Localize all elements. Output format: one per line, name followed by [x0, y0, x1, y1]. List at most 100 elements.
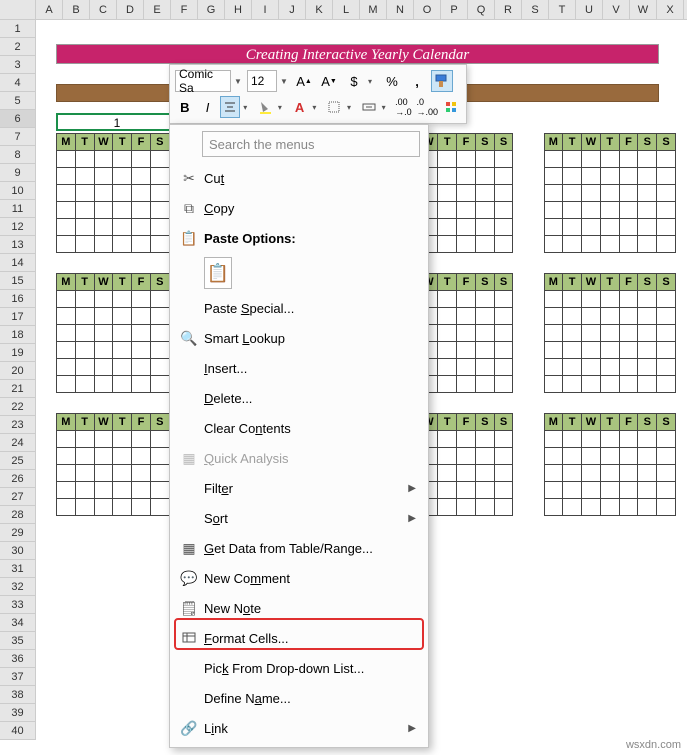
calendar-cell[interactable] [112, 341, 132, 359]
calendar-cell[interactable] [56, 307, 76, 325]
calendar-cell[interactable] [437, 235, 457, 253]
row-header-4[interactable]: 4 [0, 74, 36, 92]
calendar-cell[interactable] [619, 430, 639, 448]
calendar-cell[interactable] [544, 307, 564, 325]
calendar-cell[interactable] [75, 498, 95, 516]
calendar-cell[interactable] [94, 481, 114, 499]
calendar-cell[interactable] [619, 290, 639, 308]
calendar-cell[interactable] [600, 184, 620, 202]
calendar-cell[interactable] [656, 167, 676, 185]
calendar-cell[interactable] [600, 375, 620, 393]
borders-icon[interactable] [324, 96, 344, 118]
calendar-cell[interactable] [131, 290, 151, 308]
calendar-cell[interactable] [456, 290, 476, 308]
calendar-cell[interactable] [75, 430, 95, 448]
calendar-cell[interactable] [581, 290, 601, 308]
calendar-cell[interactable] [600, 218, 620, 236]
calendar-cell[interactable] [494, 218, 514, 236]
calendar-cell[interactable] [494, 150, 514, 168]
calendar-cell[interactable] [600, 235, 620, 253]
row-header-1[interactable]: 1 [0, 20, 36, 38]
calendar-cell[interactable] [150, 235, 170, 253]
calendar-cell[interactable] [75, 358, 95, 376]
increase-font-icon[interactable]: A▲ [293, 70, 315, 92]
calendar-cell[interactable] [637, 150, 657, 168]
calendar-cell[interactable] [475, 341, 495, 359]
calendar-cell[interactable] [475, 184, 495, 202]
calendar-cell[interactable] [94, 150, 114, 168]
calendar-cell[interactable] [456, 375, 476, 393]
calendar-cell[interactable] [562, 375, 582, 393]
calendar-cell[interactable] [56, 324, 76, 342]
calendar-cell[interactable] [581, 341, 601, 359]
calendar-cell[interactable] [475, 150, 495, 168]
row-header-3[interactable]: 3 [0, 56, 36, 74]
calendar-cell[interactable] [475, 307, 495, 325]
calendar-cell[interactable] [56, 498, 76, 516]
calendar-cell[interactable] [437, 464, 457, 482]
row-header-35[interactable]: 35 [0, 632, 36, 650]
col-header-Q[interactable]: Q [468, 0, 495, 19]
calendar-cell[interactable] [75, 307, 95, 325]
menu-search-input[interactable]: Search the menus [202, 131, 420, 157]
calendar-cell[interactable] [456, 430, 476, 448]
italic-button[interactable]: I [198, 96, 218, 118]
calendar-cell[interactable] [600, 341, 620, 359]
calendar-cell[interactable] [94, 218, 114, 236]
col-header-H[interactable]: H [225, 0, 252, 19]
calendar-cell[interactable] [562, 358, 582, 376]
calendar-cell[interactable] [544, 235, 564, 253]
calendar-cell[interactable] [562, 498, 582, 516]
increase-decimal-icon[interactable]: .00→.0 [394, 96, 414, 118]
calendar-cell[interactable] [544, 447, 564, 465]
calendar-cell[interactable] [456, 324, 476, 342]
row-header-20[interactable]: 20 [0, 362, 36, 380]
calendar-cell[interactable] [475, 324, 495, 342]
calendar-cell[interactable] [131, 498, 151, 516]
calendar-cell[interactable] [656, 307, 676, 325]
calendar-cell[interactable] [619, 235, 639, 253]
calendar-cell[interactable] [600, 201, 620, 219]
calendar-cell[interactable] [456, 184, 476, 202]
calendar-cell[interactable] [75, 290, 95, 308]
calendar-cell[interactable] [94, 358, 114, 376]
calendar-cell[interactable] [112, 447, 132, 465]
calendar-cell[interactable] [56, 447, 76, 465]
calendar-cell[interactable] [637, 358, 657, 376]
row-header-18[interactable]: 18 [0, 326, 36, 344]
calendar-cell[interactable] [131, 307, 151, 325]
calendar-cell[interactable] [562, 150, 582, 168]
row-header-17[interactable]: 17 [0, 308, 36, 326]
calendar-cell[interactable] [600, 430, 620, 448]
calendar-cell[interactable] [637, 375, 657, 393]
menu-define-name[interactable]: Define Name... [170, 683, 428, 713]
calendar-cell[interactable] [456, 307, 476, 325]
calendar-cell[interactable] [75, 201, 95, 219]
align-center-icon[interactable] [220, 96, 240, 118]
fill-color-icon[interactable] [255, 96, 275, 118]
col-header-W[interactable]: W [630, 0, 657, 19]
calendar-cell[interactable] [494, 167, 514, 185]
calendar-cell[interactable] [456, 167, 476, 185]
calendar-cell[interactable] [581, 481, 601, 499]
calendar-cell[interactable] [475, 464, 495, 482]
calendar-cell[interactable] [94, 341, 114, 359]
calendar-cell[interactable] [562, 341, 582, 359]
calendar-cell[interactable] [112, 150, 132, 168]
calendar-cell[interactable] [475, 430, 495, 448]
calendar-cell[interactable] [600, 290, 620, 308]
calendar-cell[interactable] [562, 307, 582, 325]
calendar-cell[interactable] [437, 447, 457, 465]
calendar-cell[interactable] [562, 235, 582, 253]
row-header-24[interactable]: 24 [0, 434, 36, 452]
calendar-cell[interactable] [75, 481, 95, 499]
calendar-cell[interactable] [75, 150, 95, 168]
calendar-cell[interactable] [656, 358, 676, 376]
calendar-cell[interactable] [56, 464, 76, 482]
col-header-C[interactable]: C [90, 0, 117, 19]
col-header-I[interactable]: I [252, 0, 279, 19]
calendar-cell[interactable] [600, 358, 620, 376]
calendar-cell[interactable] [437, 290, 457, 308]
row-header-37[interactable]: 37 [0, 668, 36, 686]
calendar-cell[interactable] [131, 324, 151, 342]
